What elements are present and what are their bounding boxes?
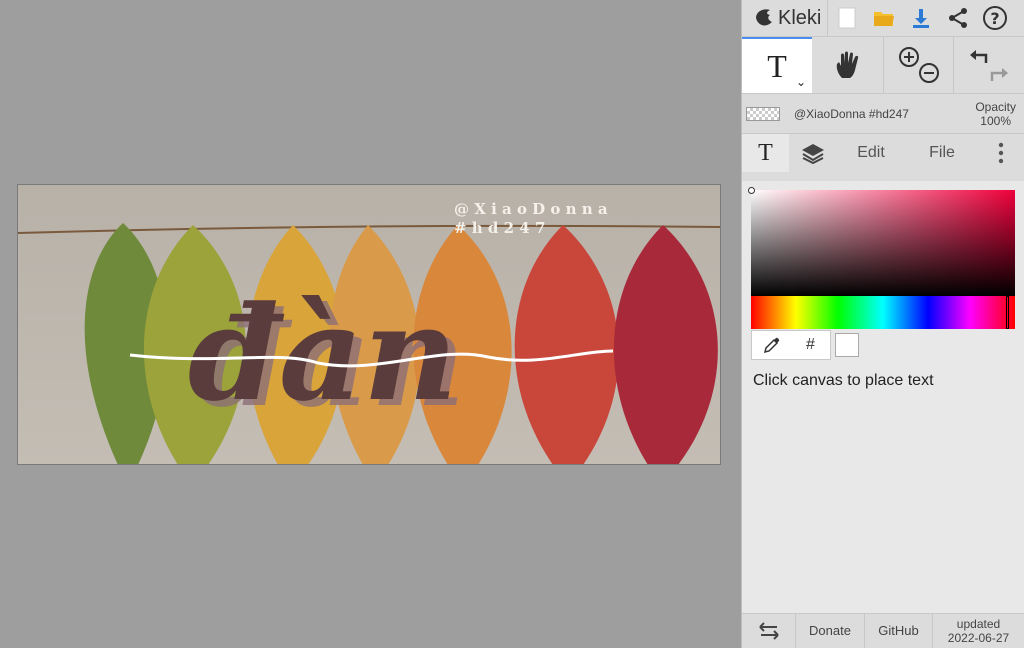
layer-name: @XiaoDonna #hd247 xyxy=(794,106,909,121)
zoom-icons xyxy=(898,47,939,83)
tab-edit[interactable]: Edit xyxy=(836,134,906,172)
app-name: Kleki xyxy=(778,6,822,29)
hex-input-button[interactable]: # xyxy=(791,331,830,359)
updated-label: updated xyxy=(956,617,1001,631)
layer-opacity: Opacity 100% xyxy=(975,100,1016,128)
canvas-workspace[interactable]: đàn đàn @ X i a o D o n n a # h d 2 4 7 xyxy=(0,0,741,648)
tool-row: T ⌄ xyxy=(742,37,1024,94)
hue-slider-handle[interactable] xyxy=(1006,296,1009,329)
sidebar-footer: Donate GitHub updated 2022-06-27 xyxy=(742,613,1024,648)
signature-line-1: @ X i a o D o n n a xyxy=(454,200,608,218)
tab-layers[interactable] xyxy=(789,134,836,172)
opacity-label: Opacity xyxy=(975,99,1016,114)
tab-file[interactable]: File xyxy=(906,134,978,172)
hue-slider[interactable] xyxy=(751,296,1015,329)
picker-handle[interactable] xyxy=(748,187,755,194)
color-tools: # xyxy=(751,330,859,360)
redo-icon[interactable] xyxy=(990,68,1008,81)
undo-redo-controls xyxy=(953,37,1023,93)
layer-thumbnail xyxy=(746,106,780,121)
new-file-icon[interactable] xyxy=(828,0,865,37)
color-input-buttons: # xyxy=(751,330,831,360)
kleki-logo[interactable]: Kleki xyxy=(742,0,829,37)
hand-icon xyxy=(836,51,858,78)
text-tool-hint: Click canvas to place text xyxy=(753,372,934,389)
top-bar: Kleki ? xyxy=(742,0,1024,37)
zoom-in-icon[interactable] xyxy=(898,47,919,67)
signature-line-2: # h d 2 4 7 xyxy=(454,219,545,237)
kleki-logo-icon xyxy=(756,9,772,26)
text-tool-panel: # Click canvas to place text xyxy=(742,181,1024,614)
sidebar: Kleki ? T ⌄ @XiaoDonna #hd247 Opacity 10… xyxy=(741,0,1024,648)
open-folder-icon[interactable] xyxy=(865,0,902,37)
tab-text-tool[interactable]: T xyxy=(742,134,789,172)
help-icon[interactable]: ? xyxy=(976,0,1013,37)
zoom-out-icon[interactable] xyxy=(918,63,939,83)
text-tool-button[interactable]: T ⌄ xyxy=(742,37,812,93)
artboard[interactable]: đàn đàn @ X i a o D o n n a # h d 2 4 7 xyxy=(17,184,721,465)
eyedropper-icon[interactable] xyxy=(752,331,791,359)
hand-tool-button[interactable] xyxy=(812,37,883,93)
current-layer-row[interactable]: @XiaoDonna #hd247 Opacity 100% xyxy=(742,94,1024,134)
swap-sides-icon[interactable] xyxy=(742,614,796,648)
text-tool-icon: T xyxy=(767,47,787,84)
color-swatch[interactable] xyxy=(835,333,859,357)
svg-text:?: ? xyxy=(990,9,999,28)
updated-date: 2022-06-27 xyxy=(947,631,1010,645)
panel-tabs: T Edit File xyxy=(742,134,1024,172)
share-icon[interactable] xyxy=(939,0,976,37)
layers-icon xyxy=(801,144,824,164)
more-options-icon[interactable] xyxy=(978,134,1024,172)
artwork: đàn đàn @ X i a o D o n n a # h d 2 4 7 xyxy=(18,185,720,464)
download-icon[interactable] xyxy=(902,0,939,37)
undo-redo-icons xyxy=(969,50,1008,81)
chevron-down-icon[interactable]: ⌄ xyxy=(796,75,806,89)
undo-icon[interactable] xyxy=(969,50,987,63)
zoom-controls xyxy=(883,37,953,93)
text-tab-icon: T xyxy=(758,139,773,166)
opacity-value: 100% xyxy=(980,113,1011,128)
headline-text: đàn xyxy=(188,277,458,430)
donate-link[interactable]: Donate xyxy=(796,614,865,648)
saturation-value-picker[interactable] xyxy=(748,187,1015,296)
github-link[interactable]: GitHub xyxy=(865,614,933,648)
update-info[interactable]: updated 2022-06-27 xyxy=(933,614,1024,648)
